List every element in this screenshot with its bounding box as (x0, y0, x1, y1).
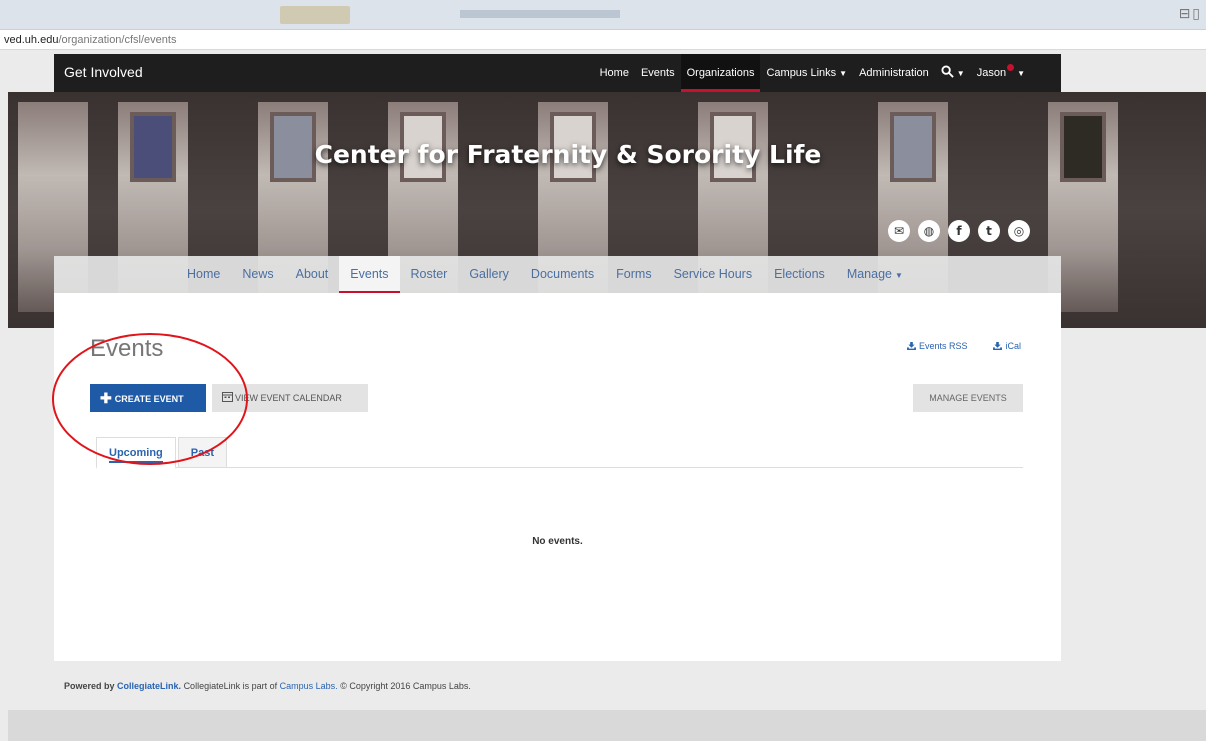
footer: Powered by CollegiateLink. CollegiateLin… (64, 681, 471, 691)
user-name: Jason (976, 67, 1007, 79)
calendar-icon (222, 392, 233, 402)
download-icon (907, 342, 916, 350)
instagram-icon[interactable]: ◎ (1008, 220, 1030, 242)
ical-link[interactable]: iCal (993, 341, 1021, 351)
page-bottom-bar (8, 710, 1206, 741)
subnav-gallery[interactable]: Gallery (458, 256, 520, 293)
twitter-icon[interactable]: t (978, 220, 1000, 242)
tab-past[interactable]: Past (177, 437, 228, 467)
topnav-events[interactable]: Events (635, 54, 681, 92)
events-rss-link[interactable]: Events RSS (907, 341, 968, 351)
create-event-button[interactable]: ✚ CREATE EVENT (90, 384, 206, 412)
chevron-down-icon: ▼ (1017, 69, 1025, 78)
events-panel: Events Events RSS iCal ✚ CREATE EVENT VIE… (54, 293, 1061, 661)
browser-tab[interactable] (280, 6, 350, 24)
collegiatelink-label: CollegiateLink. (117, 681, 182, 691)
topnav-campus-links[interactable]: Campus Links ▼ (760, 54, 853, 92)
collegiatelink-link[interactable]: CollegiateLink. (117, 681, 181, 691)
campus-labs-link[interactable]: Campus Labs. (280, 681, 338, 691)
user-menu[interactable]: Jason ▼ (971, 54, 1031, 92)
plus-icon: ✚ (100, 390, 112, 406)
subnav-elections[interactable]: Elections (763, 256, 836, 293)
search-menu[interactable]: ▼ (935, 54, 971, 92)
topnav-home[interactable]: Home (594, 54, 635, 92)
browser-tab-strip: ⊟▯ (0, 0, 1206, 30)
create-event-label: CREATE EVENT (114, 394, 184, 404)
events-rss-label: Events RSS (918, 341, 968, 351)
subnav-home[interactable]: Home (176, 256, 231, 293)
social-links: ✉ ◍ f t ◎ (888, 220, 1030, 242)
notification-dot (1007, 64, 1015, 71)
window-controls[interactable]: ⊟▯ (1179, 6, 1202, 22)
url-host: ved.uh.edu (4, 34, 59, 46)
url-path: /organization/cfsl/events (58, 34, 177, 46)
tab-upcoming[interactable]: Upcoming (96, 437, 176, 469)
browser-tab-title (460, 10, 620, 18)
events-tabs: Upcoming Past (96, 437, 1023, 469)
address-bar[interactable]: ved.uh.edu/organization/cfsl/events (0, 30, 1206, 50)
download-icon (993, 342, 1003, 350)
page-title: Events (90, 335, 164, 362)
subnav-documents[interactable]: Documents (520, 256, 605, 293)
subnav-events[interactable]: Events (339, 256, 400, 293)
chevron-down-icon: ▼ (895, 271, 903, 280)
powered-by-prefix: Powered by (64, 681, 115, 691)
brand-link[interactable]: Get Involved (64, 64, 143, 80)
campus-links-label: Campus Links (766, 67, 837, 79)
copyright-text: © Copyright 2016 Campus Labs. (340, 681, 471, 691)
subnav-about[interactable]: About (285, 256, 340, 293)
subnav-news[interactable]: News (231, 256, 284, 293)
footer-text: CollegiateLink is part of (183, 681, 278, 691)
chevron-down-icon: ▼ (956, 69, 965, 78)
subnav-manage[interactable]: Manage ▼ (836, 256, 914, 293)
manage-events-button[interactable]: MANAGE EVENTS (913, 384, 1023, 412)
ical-label: iCal (1005, 341, 1021, 351)
topnav-organizations[interactable]: Organizations (680, 54, 761, 92)
empty-state-message: No events. (532, 536, 583, 547)
organization-title: Center for Fraternity & Sorority Life (314, 140, 822, 169)
feed-links: Events RSS iCal (907, 341, 1021, 351)
mail-icon[interactable]: ✉ (888, 220, 910, 242)
view-event-calendar-button[interactable]: VIEW EVENT CALENDAR (212, 384, 368, 412)
facebook-icon[interactable]: f (948, 220, 970, 242)
subnav-roster[interactable]: Roster (400, 256, 459, 293)
search-icon (941, 65, 954, 78)
globe-icon[interactable]: ◍ (918, 220, 940, 242)
organization-subnav: Home News About Events Roster Gallery Do… (54, 256, 1061, 293)
manage-label: Manage (846, 267, 892, 281)
chevron-down-icon: ▼ (839, 69, 848, 78)
subnav-forms[interactable]: Forms (605, 256, 662, 293)
topnav-administration[interactable]: Administration (853, 54, 935, 92)
view-event-calendar-label: VIEW EVENT CALENDAR (235, 393, 342, 403)
tab-upcoming-label: Upcoming (109, 447, 163, 463)
top-navbar: Get Involved Home Events Organizations C… (54, 54, 1061, 92)
subnav-service-hours[interactable]: Service Hours (663, 256, 764, 293)
